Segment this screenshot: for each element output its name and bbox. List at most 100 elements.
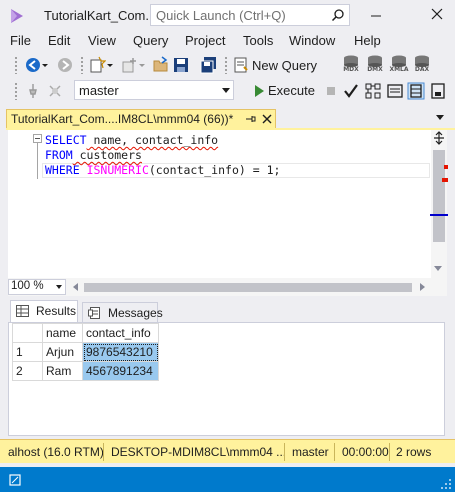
row-number[interactable]: 1	[12, 342, 43, 362]
status-connection: DESKTOP-MDIM8CL\mmm04 ...	[111, 445, 287, 459]
new-project-icon[interactable]	[88, 56, 106, 74]
status-server: alhost (16.0 RTM)	[8, 445, 104, 459]
code-line-1[interactable]: SELECT name, contact_info	[45, 133, 218, 148]
standard-toolbar: New Query MDX DMX XMLA DAX	[0, 52, 455, 78]
resize-grip-icon[interactable]	[440, 478, 452, 490]
stop-icon[interactable]	[322, 82, 340, 100]
chevron-down-icon	[56, 285, 62, 289]
results-to-grid-icon[interactable]	[407, 82, 425, 100]
cell-name[interactable]: Arjun	[42, 342, 83, 362]
database-selector[interactable]: master	[74, 80, 234, 100]
scroll-down-icon[interactable]	[434, 266, 442, 271]
xmla-query-button[interactable]: XMLA	[388, 55, 410, 75]
scroll-left-icon[interactable]	[73, 283, 78, 291]
row-number[interactable]: 2	[12, 361, 43, 381]
save-all-icon[interactable]	[200, 56, 218, 74]
tab-results[interactable]: Results	[10, 300, 78, 322]
tab-messages-label: Messages	[108, 306, 163, 320]
status-divider	[284, 443, 285, 461]
menu-project[interactable]: Project	[185, 33, 225, 48]
minimize-icon[interactable]	[370, 10, 382, 20]
quick-launch-input[interactable]	[151, 5, 321, 25]
zoom-selector[interactable]: 100 %	[8, 279, 66, 295]
caret-position-marker	[430, 214, 448, 216]
editor-gutter	[8, 130, 34, 278]
cell-name[interactable]: Ram	[42, 361, 83, 381]
add-dropdown-icon[interactable]	[138, 56, 146, 74]
horizontal-scroll-thumb[interactable]	[84, 283, 412, 292]
split-window-icon[interactable]	[432, 131, 446, 145]
close-window-icon[interactable]	[429, 6, 445, 22]
status-divider	[334, 443, 335, 461]
ready-status-icon	[9, 474, 21, 486]
dax-query-button[interactable]: DAX	[411, 55, 433, 75]
outline-guide	[37, 143, 38, 179]
status-divider	[103, 443, 104, 461]
execution-plan-icon[interactable]	[364, 82, 382, 100]
menu-query[interactable]: Query	[133, 33, 168, 48]
app-status-bar	[0, 467, 455, 492]
collapse-outline-icon[interactable]	[33, 134, 42, 143]
column-header-name[interactable]: name	[42, 323, 83, 343]
window-title: TutorialKart_Com...	[44, 8, 157, 23]
table-row: 1 Arjun 9876543210	[12, 342, 159, 362]
menu-window[interactable]: Window	[289, 33, 335, 48]
toolbar-grip[interactable]	[14, 56, 18, 74]
close-tab-icon[interactable]	[261, 113, 273, 125]
parse-checkmark-icon[interactable]	[342, 82, 360, 100]
add-item-icon[interactable]	[120, 56, 138, 74]
status-row-count: 2 rows	[396, 445, 432, 459]
editor-scroll-thumb[interactable]	[433, 150, 445, 242]
open-file-icon[interactable]	[152, 56, 170, 74]
menu-edit[interactable]: Edit	[48, 33, 70, 48]
scroll-right-icon[interactable]	[420, 283, 425, 291]
status-elapsed-time: 00:00:00	[342, 445, 389, 459]
menu-view[interactable]: View	[88, 33, 116, 48]
chevron-down-icon	[222, 88, 230, 93]
back-dropdown-icon[interactable]	[41, 56, 49, 74]
pin-icon[interactable]	[244, 113, 256, 125]
tab-messages[interactable]: Messages	[82, 302, 163, 322]
results-to-text-icon[interactable]	[386, 82, 404, 100]
query-document-tab[interactable]: TutorialKart_Com....IM8CL\mmm04 (66))*	[6, 109, 276, 129]
menu-tools[interactable]: Tools	[243, 33, 273, 48]
results-grid: name contact_info 1 Arjun 9876543210 2 R…	[12, 323, 159, 381]
query-status-bar: alhost (16.0 RTM) DESKTOP-MDIM8CL\mmm04 …	[0, 439, 455, 463]
toolbar-grip[interactable]	[14, 82, 18, 100]
quick-launch-box[interactable]	[150, 4, 350, 26]
tab-list-dropdown-icon[interactable]	[435, 113, 445, 121]
results-to-file-icon[interactable]	[429, 82, 447, 100]
toolbar-grip[interactable]	[80, 56, 84, 74]
zoom-value: 100 %	[11, 280, 44, 292]
cell-contact-info[interactable]: 4567891234	[82, 361, 159, 381]
new-query-icon[interactable]	[232, 56, 250, 74]
menu-file[interactable]: File	[10, 33, 31, 48]
code-line-3[interactable]: WHERE ISNUMERIC(contact_info) = 1;	[45, 163, 280, 178]
database-selector-value: master	[79, 83, 119, 98]
new-dropdown-icon[interactable]	[106, 56, 114, 74]
search-icon[interactable]	[331, 8, 345, 22]
change-connection-icon[interactable]	[46, 82, 64, 100]
execute-icon[interactable]	[250, 82, 268, 100]
error-marker	[442, 178, 448, 182]
ssms-logo-icon	[11, 9, 23, 23]
new-query-button[interactable]: New Query	[252, 58, 317, 73]
execute-button[interactable]: Execute	[268, 83, 315, 98]
row-header-corner[interactable]	[12, 323, 43, 343]
tab-results-label: Results	[36, 304, 77, 318]
column-header-contact-info[interactable]: contact_info	[82, 323, 159, 343]
menu-help[interactable]: Help	[354, 33, 381, 48]
forward-icon[interactable]	[56, 56, 74, 74]
back-icon[interactable]	[24, 56, 42, 74]
cell-contact-info[interactable]: 9876543210	[82, 342, 159, 362]
mdx-query-button[interactable]: MDX	[340, 55, 362, 75]
toolbar-grip[interactable]	[224, 56, 228, 74]
menu-bar: File Edit View Query Project Tools Windo…	[0, 30, 455, 52]
save-icon[interactable]	[172, 56, 190, 74]
dmx-query-button[interactable]: DMX	[364, 55, 386, 75]
table-row: 2 Ram 4567891234	[12, 361, 159, 381]
query-document-tab-label: TutorialKart_Com....IM8CL\mmm04 (66))*	[11, 112, 234, 126]
code-line-2[interactable]: FROM customers	[45, 148, 142, 163]
connect-icon[interactable]	[24, 82, 42, 100]
error-marker	[444, 165, 448, 169]
